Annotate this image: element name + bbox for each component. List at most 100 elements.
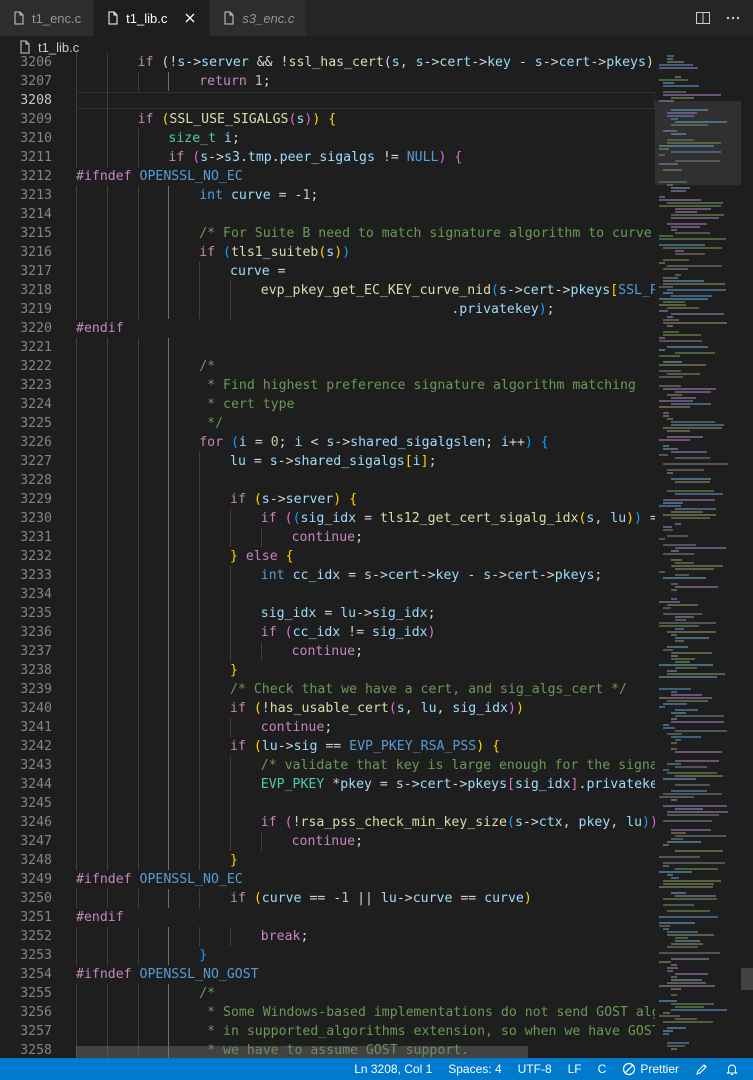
code-text: #endif	[76, 910, 124, 925]
minimap-line	[663, 334, 701, 336]
status-cursor-position[interactable]: Ln 3208, Col 1	[346, 1062, 440, 1076]
code-line[interactable]: 3251 #endif	[0, 908, 655, 927]
status-encoding[interactable]: UTF-8	[510, 1062, 560, 1076]
code-line[interactable]: 3216 if (tls1_suiteb(s))	[0, 243, 655, 262]
code-editor[interactable]: 3206 if (!s->server && !ssl_has_cert(s, s…	[0, 51, 655, 1058]
code-line[interactable]: 3224 * cert type	[0, 395, 655, 414]
indent-guide	[76, 699, 77, 718]
code-line[interactable]: 3231 continue;	[0, 528, 655, 547]
indent-guide	[76, 509, 77, 528]
code-line[interactable]: 3222 /*	[0, 357, 655, 376]
line-number: 3209	[20, 112, 52, 127]
horizontal-scrollbar-thumb[interactable]	[76, 1046, 528, 1058]
code-line[interactable]: 3243 /* validate that key is large enough…	[0, 756, 655, 775]
code-line[interactable]: 3250 if (curve == -1 || lu->curve == curv…	[0, 889, 655, 908]
minimap-line	[667, 967, 678, 969]
indent-guide	[76, 775, 77, 794]
code-line[interactable]: 3209 if (SSL_USE_SIGALGS(s)) {	[0, 110, 655, 129]
indent-guide	[137, 129, 139, 148]
code-text: /*	[199, 359, 216, 374]
code-line[interactable]: 3244 EVP_PKEY *pkey = s->cert->pkeys[sig_…	[0, 775, 655, 794]
code-line[interactable]: 3210 size_t i;	[0, 129, 655, 148]
code-line[interactable]: 3253}	[0, 946, 655, 965]
code-line[interactable]: 3235 sig_idx = lu->sig_idx;	[0, 604, 655, 623]
code-line[interactable]: 3221	[0, 338, 655, 357]
indent-guide	[106, 300, 108, 319]
indent-guide	[106, 775, 108, 794]
code-line[interactable]: 3229 if (s->server) {	[0, 490, 655, 509]
code-line[interactable]: 3226 for (i = 0; i < s->shared_sigalgslen…	[0, 433, 655, 452]
code-line[interactable]: 3254 #ifndef OPENSSL_NO_GOST	[0, 965, 655, 984]
code-line[interactable]: 3208	[0, 91, 655, 110]
minimap-line	[659, 145, 714, 147]
status-feedback[interactable]	[687, 1062, 717, 1076]
code-line[interactable]: 3257 * in supported_algorithms extension…	[0, 1022, 655, 1041]
indent-guide	[168, 1022, 170, 1041]
code-line[interactable]: 3241 continue;	[0, 718, 655, 737]
line-number: 3237	[20, 644, 52, 659]
more-actions-icon[interactable]	[725, 10, 741, 26]
code-line[interactable]: 3252 break;	[0, 927, 655, 946]
code-line[interactable]: 3217 curve =	[0, 262, 655, 281]
indent-guide	[76, 851, 77, 870]
code-line[interactable]: 3228	[0, 471, 655, 490]
code-line[interactable]: 3239 /* Check that we have a cert, and si…	[0, 680, 655, 699]
code-line[interactable]: 3230 if ((sig_idx = tls12_get_cert_sigalg…	[0, 509, 655, 528]
code-line[interactable]: 3249 #ifndef OPENSSL_NO_EC	[0, 870, 655, 889]
code-text: if (curve == -1 || lu->curve == curve)	[230, 891, 532, 906]
minimap-line	[663, 85, 699, 87]
code-line[interactable]: 3215 /* For Suite B need to match signatu…	[0, 224, 655, 243]
tab-s3-enc[interactable]: s3_enc.c	[210, 0, 308, 36]
code-line[interactable]: 3256 * Some Windows-based implementation…	[0, 1003, 655, 1022]
indent-guide	[199, 699, 201, 718]
code-line[interactable]: 3232} else {	[0, 547, 655, 566]
code-line[interactable]: 3213 int curve = -1;	[0, 186, 655, 205]
code-line[interactable]: 3225 */	[0, 414, 655, 433]
minimap[interactable]	[655, 51, 741, 1058]
code-line[interactable]: 3237 continue;	[0, 642, 655, 661]
code-line[interactable]: 3218 evp_pkey_get_EC_KEY_curve_nid(s->cer…	[0, 281, 655, 300]
indent-guide	[137, 1022, 139, 1041]
minimap-line	[659, 370, 681, 372]
indent-guide	[106, 91, 108, 110]
code-line[interactable]: 3233 int cc_idx = s->cert->key - s->cert-…	[0, 566, 655, 585]
status-prettier[interactable]: Prettier	[614, 1062, 687, 1076]
code-line[interactable]: 3238}	[0, 661, 655, 680]
code-line[interactable]: 3245	[0, 794, 655, 813]
vertical-scrollbar-thumb[interactable]	[741, 968, 753, 990]
split-editor-icon[interactable]	[695, 10, 711, 26]
code-line[interactable]: 3236 if (cc_idx != sig_idx)	[0, 623, 655, 642]
code-line[interactable]: 3234	[0, 585, 655, 604]
code-line[interactable]: 3223 * Find highest preference signature…	[0, 376, 655, 395]
line-number: 3225	[20, 416, 52, 431]
code-line[interactable]: 3220 #endif	[0, 319, 655, 338]
code-line[interactable]: 3248}	[0, 851, 655, 870]
code-line[interactable]: 3206 if (!s->server && !ssl_has_cert(s, s…	[0, 53, 655, 72]
close-icon[interactable]	[183, 11, 197, 25]
indent-guide	[168, 509, 170, 528]
code-line[interactable]: 3247 continue;	[0, 832, 655, 851]
code-line[interactable]: 3212 #ifndef OPENSSL_NO_EC	[0, 167, 655, 186]
code-line[interactable]: 3211 if (s->s3.tmp.peer_sigalgs != NULL) …	[0, 148, 655, 167]
vertical-scrollbar[interactable]	[741, 51, 753, 1058]
minimap-line	[667, 58, 673, 60]
status-eol[interactable]: LF	[560, 1062, 590, 1076]
code-line[interactable]: 3214	[0, 205, 655, 224]
code-line[interactable]: 3219 .privatekey);	[0, 300, 655, 319]
code-line[interactable]: 3242 if (lu->sig == EVP_PKEY_RSA_PSS) {	[0, 737, 655, 756]
code-line[interactable]: 3240 if (!has_usable_cert(s, lu, sig_idx)…	[0, 699, 655, 718]
status-notifications[interactable]	[717, 1062, 747, 1076]
code-text: if ((sig_idx = tls12_get_cert_sigalg_idx…	[260, 511, 655, 526]
code-line[interactable]: 3246 if (!rsa_pss_check_min_key_size(s->c…	[0, 813, 655, 832]
tab-t1-enc[interactable]: t1_enc.c	[0, 0, 95, 36]
indent-guide	[199, 262, 201, 281]
status-language[interactable]: C	[590, 1062, 615, 1076]
line-number: 3223	[20, 378, 52, 393]
minimap-line	[659, 871, 692, 873]
code-line[interactable]: 3207 return 1;	[0, 72, 655, 91]
status-indentation[interactable]: Spaces: 4	[440, 1062, 509, 1076]
code-line[interactable]: 3227 lu = s->shared_sigalgs[i];	[0, 452, 655, 471]
tab-t1-lib[interactable]: t1_lib.c	[94, 0, 211, 36]
indent-guide	[76, 91, 77, 110]
code-line[interactable]: 3255 /*	[0, 984, 655, 1003]
